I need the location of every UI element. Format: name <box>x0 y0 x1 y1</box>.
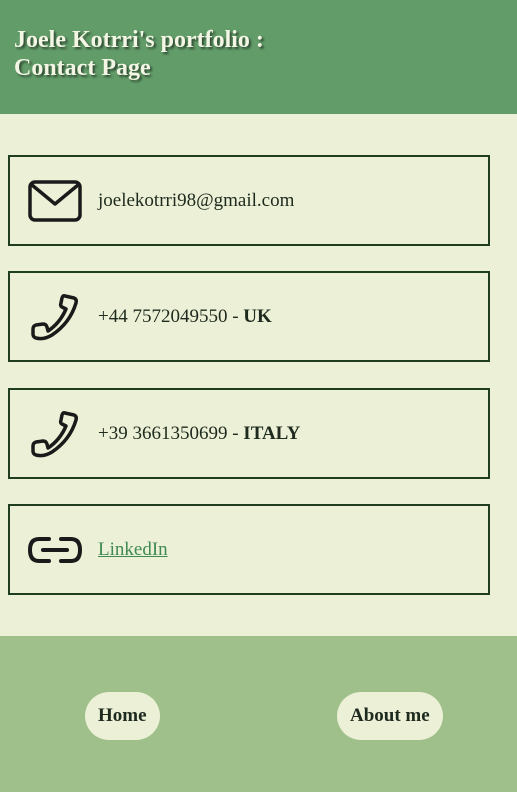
page-footer: Home About me <box>0 636 517 792</box>
linkedin-card: LinkedIn <box>8 504 490 595</box>
page-title: Joele Kotrri's portfolio : Contact Page <box>14 27 264 81</box>
link-icon <box>27 526 83 574</box>
envelope-icon <box>27 177 83 225</box>
about-me-button[interactable]: About me <box>337 692 443 740</box>
phone-icon <box>27 410 83 458</box>
phone-uk-number: +44 7572049550 - <box>98 305 244 327</box>
phone-uk-card: +44 7572049550 - UK <box>8 271 490 362</box>
phone-italy-country: ITALY <box>243 422 301 444</box>
contact-section: joelekotrri98@gmail.com +44 7572049550 -… <box>0 114 517 636</box>
phone-icon <box>27 293 83 341</box>
email-address[interactable]: joelekotrri98@gmail.com <box>98 190 294 212</box>
phone-uk-text[interactable]: +44 7572049550 - UK <box>98 306 272 328</box>
phone-italy-text[interactable]: +39 3661350699 - ITALY <box>98 423 300 445</box>
page-header: Joele Kotrri's portfolio : Contact Page <box>0 0 517 114</box>
home-button[interactable]: Home <box>85 692 160 740</box>
linkedin-link[interactable]: LinkedIn <box>98 539 168 561</box>
phone-uk-country: UK <box>243 305 272 327</box>
email-card: joelekotrri98@gmail.com <box>8 155 490 246</box>
phone-italy-number: +39 3661350699 - <box>98 422 244 444</box>
phone-italy-card: +39 3661350699 - ITALY <box>8 388 490 479</box>
